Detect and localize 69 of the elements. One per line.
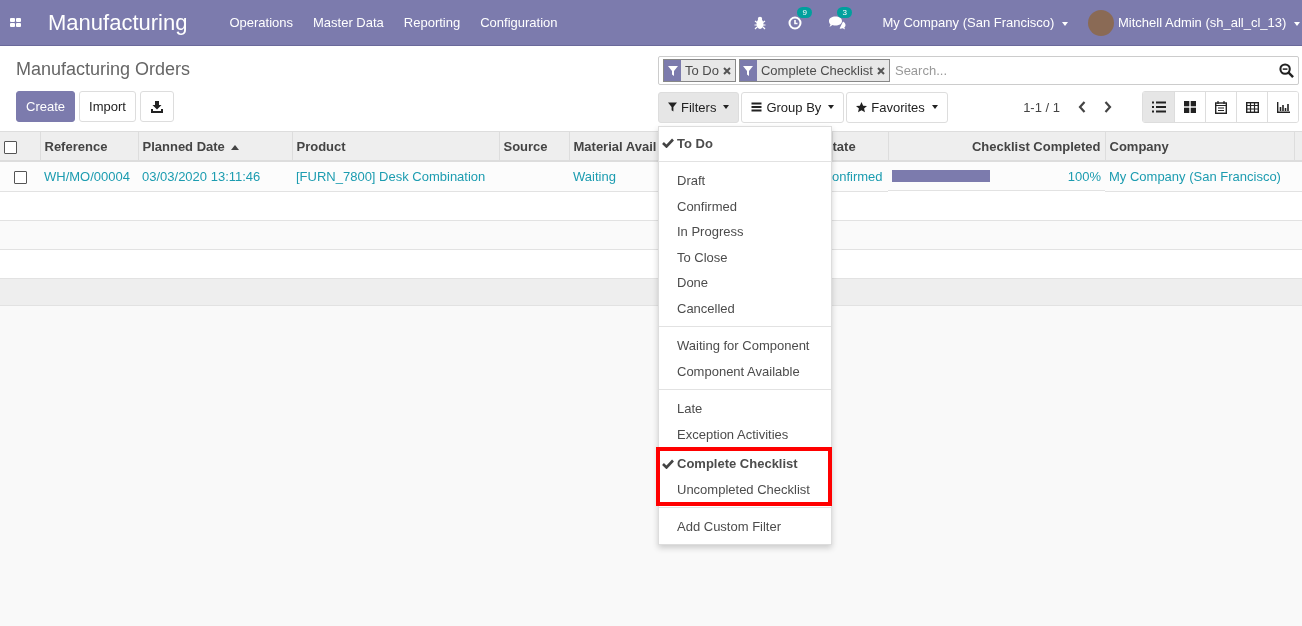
column-header[interactable]: Company xyxy=(1109,138,1169,154)
search-option-toggle[interactable]: Favorites xyxy=(846,91,948,123)
clock-icon[interactable] xyxy=(788,15,803,30)
import-button[interactable]: Import xyxy=(79,91,136,122)
checkmark-icon xyxy=(662,458,674,469)
download-icon xyxy=(150,100,163,113)
table-icon xyxy=(1245,101,1259,113)
filter-option[interactable]: Waiting for Component xyxy=(660,333,828,359)
filter-option[interactable]: Late xyxy=(660,396,828,422)
grid-icon xyxy=(1184,101,1196,113)
bar-chart-icon xyxy=(1276,101,1290,113)
filter-facet[interactable]: Complete Checklist xyxy=(738,59,890,82)
app-title[interactable]: Manufacturing xyxy=(48,9,188,36)
filter-option[interactable]: Component Available xyxy=(660,358,828,384)
table-cell: 100% xyxy=(1067,168,1101,184)
filter-option[interactable]: Cancelled xyxy=(660,295,828,321)
filter-option[interactable]: Add Custom Filter xyxy=(660,514,828,540)
menu-item[interactable]: Configuration xyxy=(480,15,558,30)
bug-icon[interactable] xyxy=(754,15,767,30)
next-icon[interactable] xyxy=(1104,101,1112,113)
filter-option[interactable]: Uncompleted Checklist xyxy=(660,476,828,502)
filter-option[interactable]: In Progress xyxy=(660,219,828,245)
graph-view-button[interactable] xyxy=(1267,92,1298,122)
filter-option[interactable]: Exception Activities xyxy=(660,421,828,447)
list-view-button[interactable] xyxy=(1143,92,1174,122)
menu-item[interactable]: Reporting xyxy=(403,15,461,30)
filter-option[interactable]: Done xyxy=(660,270,828,296)
breadcrumb-title: Manufacturing Orders xyxy=(16,59,191,81)
table-cell: 03/03/2020 13:11:46 xyxy=(142,168,261,184)
filter-facet[interactable]: To Do xyxy=(663,59,736,82)
star-icon xyxy=(856,101,868,113)
previous-icon[interactable] xyxy=(1078,101,1086,113)
filter-option[interactable]: Draft xyxy=(660,168,828,194)
search-field[interactable]: To Do Complete Checklist Search... xyxy=(658,56,1299,85)
column-header[interactable]: Product xyxy=(296,138,346,154)
table-cell: [FURN_7800] Desk Combination xyxy=(296,168,486,184)
list-icon xyxy=(1151,101,1166,113)
create-button[interactable]: Create xyxy=(16,91,76,122)
calendar-icon xyxy=(1215,100,1227,114)
remove-icon[interactable] xyxy=(876,66,885,75)
user-menu[interactable]: Mitchell Admin (sh_all_cl_13) xyxy=(1118,15,1300,30)
search-option-toggle[interactable]: Group By xyxy=(741,91,845,123)
bars-icon xyxy=(751,102,763,112)
menu-item[interactable]: Master Data xyxy=(313,15,384,30)
table-cell: My Company (San Francisco) xyxy=(1109,168,1281,184)
menu-item[interactable]: Operations xyxy=(229,15,293,30)
download-button[interactable] xyxy=(139,91,174,122)
funnel-icon xyxy=(743,65,754,76)
select-all-checkbox[interactable] xyxy=(4,140,17,154)
funnel-icon xyxy=(667,65,678,76)
search-option-toggle[interactable]: Filters xyxy=(658,91,740,123)
company-switcher[interactable]: My Company (San Francisco) xyxy=(882,15,1069,30)
filter-option[interactable]: Confirmed xyxy=(660,193,828,219)
row-checkbox[interactable] xyxy=(13,170,27,184)
message-count-badge: 3 xyxy=(837,6,852,18)
table-cell: onfirmed xyxy=(832,168,883,184)
table-cell: WH/MO/00004 xyxy=(44,168,130,184)
pager-value[interactable]: 1-1 / 1 xyxy=(1023,99,1060,115)
funnel-icon xyxy=(668,102,677,112)
chat-icon[interactable] xyxy=(828,15,847,30)
filter-option[interactable]: Complete Checklist xyxy=(660,451,828,477)
search-icon[interactable] xyxy=(1279,63,1294,78)
remove-icon[interactable] xyxy=(722,66,731,75)
activity-count-badge: 9 xyxy=(797,6,812,18)
filter-option[interactable]: To Do xyxy=(660,130,828,156)
checkmark-icon xyxy=(662,138,674,149)
apps-menu-icon[interactable] xyxy=(10,17,22,28)
filter-option[interactable]: To Close xyxy=(660,244,828,270)
table-cell: Waiting xyxy=(573,168,616,184)
